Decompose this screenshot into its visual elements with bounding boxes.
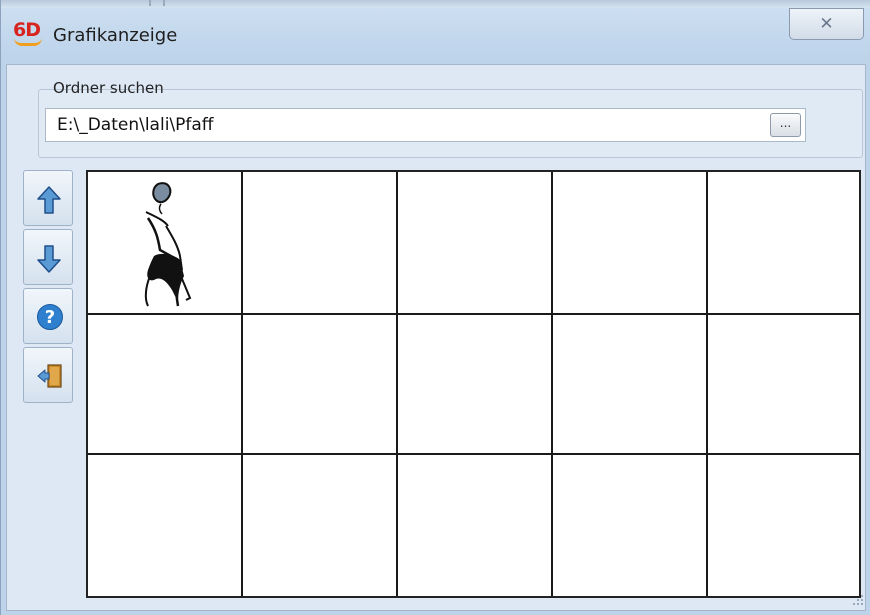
arrow-up-icon	[37, 186, 61, 214]
folder-path-input[interactable]	[45, 108, 806, 142]
window-top-strip	[1, 0, 870, 8]
thumbnail-grid	[86, 170, 861, 598]
scroll-up-button[interactable]	[23, 170, 73, 226]
grid-cell[interactable]	[243, 172, 398, 315]
exit-button[interactable]	[23, 347, 73, 403]
grid-cell[interactable]	[398, 455, 553, 596]
grid-cell[interactable]	[88, 315, 243, 455]
folder-search-label: Ordner suchen	[53, 79, 164, 97]
svg-text:?: ?	[45, 307, 55, 328]
grid-cell[interactable]	[708, 172, 859, 315]
close-icon: ✕	[819, 14, 834, 34]
grid-cell[interactable]	[553, 455, 708, 596]
grid-cell[interactable]	[88, 172, 243, 315]
fashion-figure-icon	[144, 182, 192, 307]
dialog-window: 6D Grafikanzeige ✕ Ordner suchen ... ?	[0, 0, 870, 615]
window-title: Grafikanzeige	[53, 25, 178, 46]
scroll-down-button[interactable]	[23, 229, 73, 285]
grid-cell[interactable]	[88, 455, 243, 596]
close-button[interactable]: ✕	[789, 8, 864, 40]
app-logo: 6D	[13, 20, 42, 46]
resize-grip-icon[interactable]	[851, 593, 865, 607]
help-icon: ?	[37, 304, 63, 330]
grid-cell[interactable]	[398, 315, 553, 455]
grid-cell[interactable]	[243, 315, 398, 455]
help-button[interactable]: ?	[23, 288, 73, 344]
grid-cell[interactable]	[243, 455, 398, 596]
grid-cell[interactable]	[708, 315, 859, 455]
grid-cell[interactable]	[553, 315, 708, 455]
arrow-down-icon	[37, 245, 61, 273]
grid-cell[interactable]	[708, 455, 859, 596]
exit-door-icon	[37, 364, 62, 388]
grid-cell[interactable]	[398, 172, 553, 315]
grid-cell[interactable]	[553, 172, 708, 315]
browse-button[interactable]: ...	[770, 113, 801, 137]
